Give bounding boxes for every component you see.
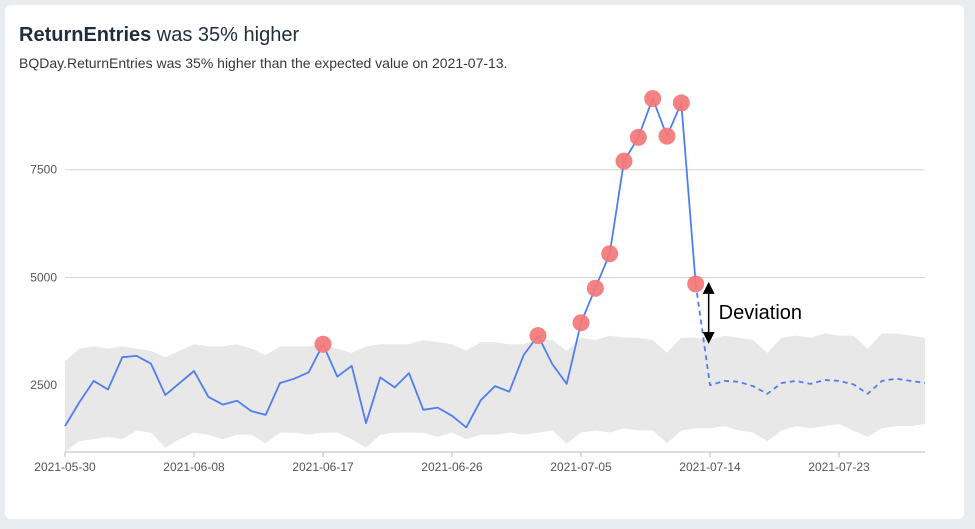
deviation-label: Deviation: [719, 302, 802, 324]
anomaly-point: [644, 90, 662, 108]
y-tick-label: 7500: [30, 163, 57, 177]
y-tick-label: 2500: [30, 378, 57, 392]
anomaly-point: [615, 152, 633, 170]
x-tick-label: 2021-06-08: [163, 460, 225, 474]
x-tick-label: 2021-07-14: [679, 460, 741, 474]
anomaly-point: [601, 245, 619, 263]
x-tick-label: 2021-07-23: [808, 460, 870, 474]
expected-band-area: [65, 333, 925, 452]
anomaly-point: [529, 327, 547, 345]
anomaly-point: [314, 335, 332, 353]
x-tick-label: 2021-05-30: [34, 460, 96, 474]
anomaly-markers: [314, 90, 705, 353]
anomaly-line-chart: 2500 5000 7500 2021-05-30 2021-06-08 2021-06-…: [30, 90, 926, 474]
anomaly-point: [572, 314, 590, 332]
y-tick-label: 5000: [30, 270, 57, 284]
x-tick-label: 2021-06-17: [292, 460, 354, 474]
anomaly-point: [586, 279, 604, 297]
deviation-annotation: Deviation: [702, 281, 802, 344]
expected-range-band: [65, 333, 925, 452]
anomaly-point: [629, 128, 647, 146]
x-tick-label: 2021-07-05: [550, 460, 612, 474]
anomaly-point: [672, 94, 690, 112]
anomaly-point: [658, 127, 676, 145]
x-tick-label: 2021-06-26: [421, 460, 483, 474]
anomaly-point: [687, 275, 705, 293]
